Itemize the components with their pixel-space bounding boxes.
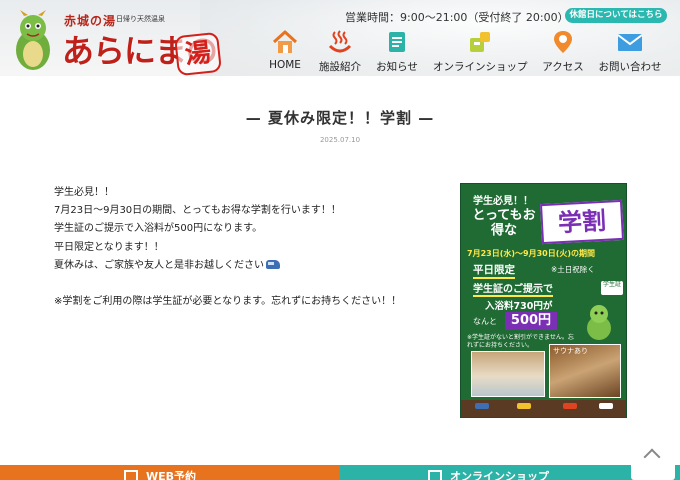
flyer-period: 7月23日(水)〜9月30日(火)の期間 xyxy=(467,249,596,258)
nav-item-news[interactable]: お知らせ xyxy=(375,28,419,74)
cart-icon xyxy=(428,470,442,480)
article-date: 2025.07.10 xyxy=(319,136,361,144)
campaign-flyer-image[interactable]: 学生必見！！ とってもお得な 学割 7月23日(水)〜9月30日(火)の期間 平… xyxy=(460,183,627,418)
nav-label: HOME xyxy=(269,59,301,71)
car-emoji-icon xyxy=(266,259,280,269)
site-header: 赤城の湯 日帰り天然温泉 あらにまの 湯 営業時間：9:00〜21:00（受付終… xyxy=(0,0,680,76)
flyer-fee: 入浴料730円が xyxy=(485,301,553,312)
flyer-nanto: なんと xyxy=(473,317,497,326)
flyer-weekday: 平日限定 xyxy=(473,262,515,279)
nav-label: 施設紹介 xyxy=(319,61,361,73)
nav-label: アクセス xyxy=(542,61,584,73)
flyer-subheadline: とってもお得な xyxy=(472,208,536,238)
nav-label: お問い合わせ xyxy=(598,61,662,73)
nav-item-online-shop[interactable]: オンラインショップ xyxy=(433,28,528,74)
onsen-icon xyxy=(328,30,352,53)
web-reservation-label: WEB予約 xyxy=(146,470,197,480)
web-reservation-button[interactable]: WEB予約 xyxy=(0,465,340,480)
nav-item-home[interactable]: HOME xyxy=(268,28,302,74)
flyer-student-card-icon: 学生証 xyxy=(601,281,623,295)
flyer-student: 学生証のご提示で xyxy=(473,280,553,297)
logo-yu-text: 湯 xyxy=(174,31,222,76)
article-paragraph: 学生必見！！ xyxy=(54,187,114,198)
chalk-icon xyxy=(599,403,613,409)
shop-icon xyxy=(470,32,490,52)
article-paragraph: 7月23日〜9月30日の期間、とってもお得な学割を行います！！ xyxy=(54,205,341,217)
article-body: 学生必見！！ 7月23日〜9月30日の期間、とってもお得な学割を行います！！ 学… xyxy=(54,184,434,311)
nav-item-access[interactable]: アクセス xyxy=(541,28,585,74)
flyer-dragon-icon xyxy=(587,305,611,340)
nav-item-contact[interactable]: お問い合わせ xyxy=(597,28,663,74)
dragon-mascot-icon xyxy=(16,10,50,70)
scroll-to-top-button[interactable] xyxy=(631,437,675,480)
nav-label: お知らせ xyxy=(376,61,418,73)
chalk-icon xyxy=(475,403,489,409)
chalk-icon xyxy=(563,403,577,409)
article-paragraph: 夏休みは、ご家族や友人と是非お越しください xyxy=(54,259,264,271)
mail-icon xyxy=(617,34,643,51)
article-paragraph: 学生証のご提示で入浴料が500円になります。 xyxy=(54,223,263,235)
flyer-photo-label: サウナあり xyxy=(553,347,588,355)
house-icon xyxy=(272,30,298,53)
flyer-badge: 学割 xyxy=(540,199,624,245)
site-logo[interactable]: 赤城の湯 日帰り天然温泉 あらにまの 湯 xyxy=(10,8,222,76)
online-shop-button[interactable]: オンラインショップ xyxy=(340,465,680,480)
flyer-bath-photo xyxy=(471,351,545,397)
calendar-icon xyxy=(124,470,138,480)
article-paragraph-with-emoji: 夏休みは、ご家族や友人と是非お越しください xyxy=(54,257,434,275)
article-paragraph: 平日限定となります！！ xyxy=(54,241,164,253)
nav-item-facility[interactable]: 施設紹介 xyxy=(318,28,362,74)
logo-subtitle: 日帰り天然温泉 xyxy=(116,15,165,23)
notice-icon xyxy=(389,32,405,52)
chevron-up-icon xyxy=(643,448,661,466)
article-title: — 夏休み限定！！学割 — xyxy=(245,109,435,127)
flyer-headline: 学生必見！！ xyxy=(473,196,533,207)
closed-days-button[interactable]: 休館日についてはこちら xyxy=(565,8,667,23)
business-hours: 営業時間：9:00〜21:00（受付終了 20:00） xyxy=(345,11,569,24)
nav-label: オンラインショップ xyxy=(433,61,528,73)
online-shop-label: オンラインショップ xyxy=(450,470,549,480)
flyer-weekday-note: ※土日祝除く xyxy=(551,265,595,274)
article-paragraph: ※学割をご利用の際は学生証が必要となります。忘れずにお持ちください！！ xyxy=(54,296,402,308)
flyer-price: 500円 xyxy=(505,312,557,330)
map-pin-icon xyxy=(554,31,572,53)
chalk-icon xyxy=(517,403,531,409)
